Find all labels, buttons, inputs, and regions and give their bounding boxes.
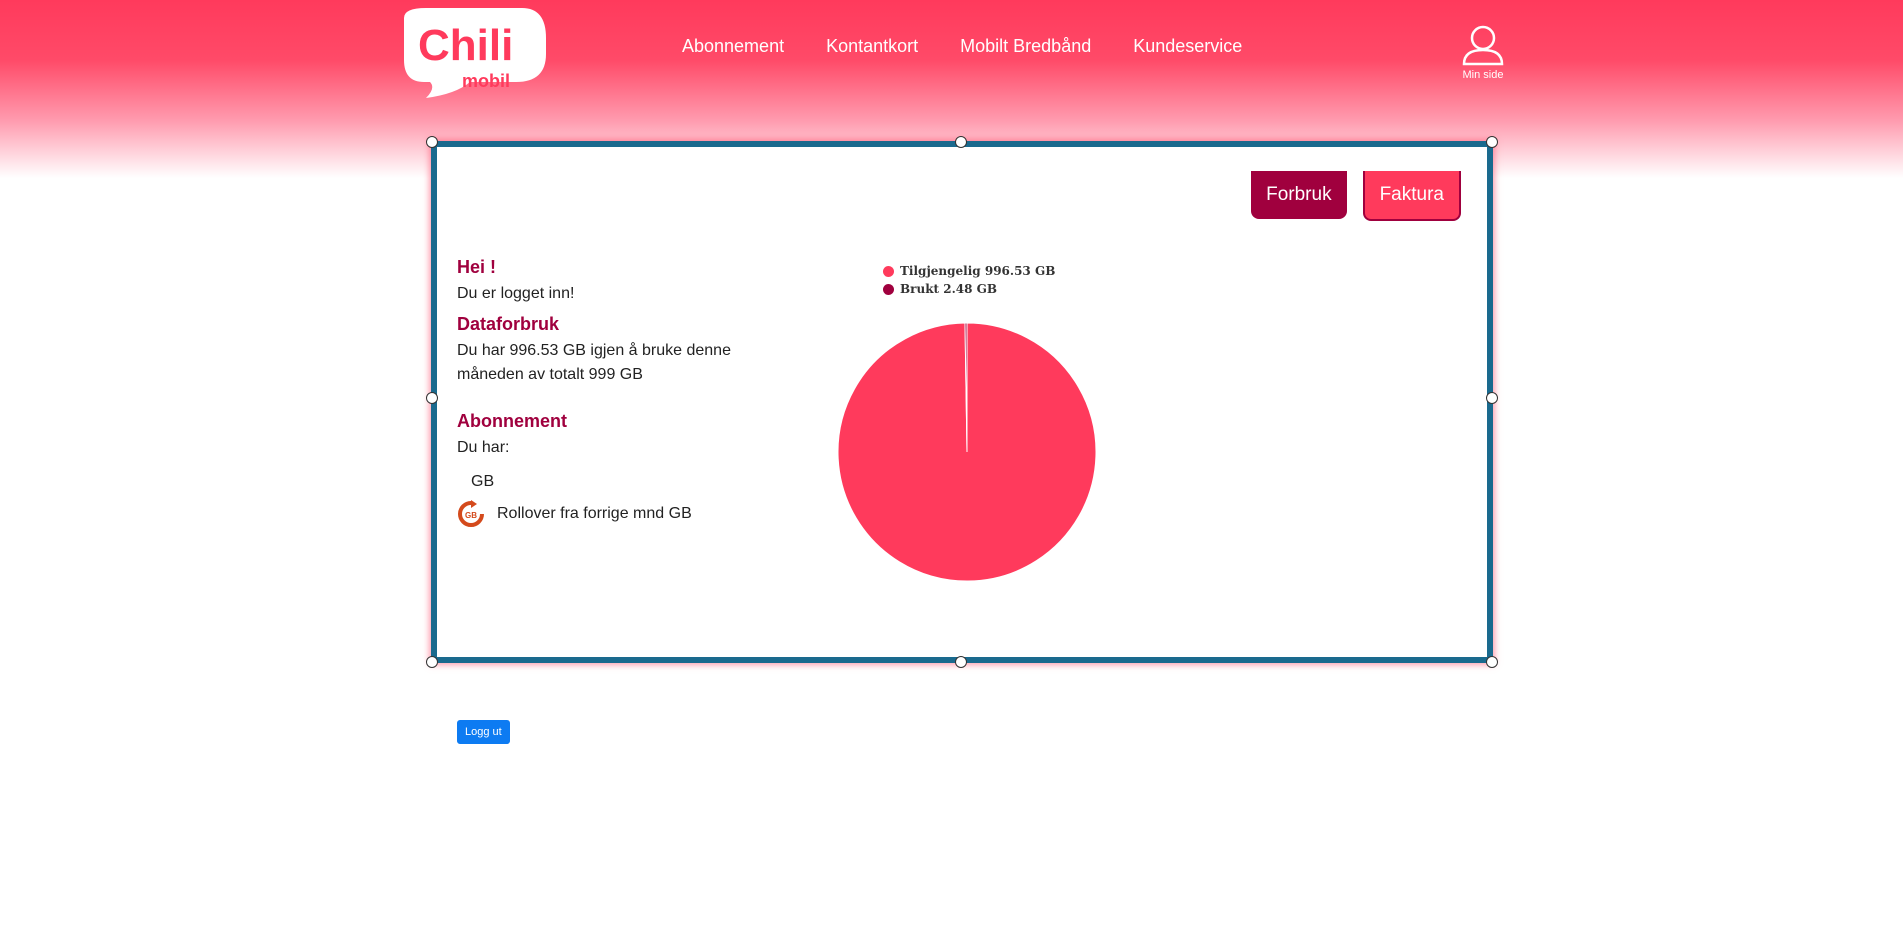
abonnement-gb: GB	[471, 473, 495, 490]
resize-handle[interactable]	[426, 392, 438, 404]
data-usage-chart: Tilgjengelig 996.53 GB Brukt 2.48 GB	[837, 262, 1137, 662]
user-icon	[1462, 25, 1504, 66]
account-summary: Hei ! Du er logget inn! Dataforbruk Du h…	[457, 257, 787, 528]
rollover-text: Rollover fra forrige mnd GB	[497, 505, 692, 522]
legend-dot-brukt	[883, 283, 894, 295]
resize-handle[interactable]	[1486, 656, 1498, 668]
nav-abonnement[interactable]: Abonnement	[682, 36, 784, 57]
resize-handle[interactable]	[1486, 392, 1498, 404]
logo-text: Chili	[418, 21, 513, 70]
chili-mobil-logo[interactable]: Chili mobil	[396, 8, 550, 98]
rollover-row: GB Rollover fra forrige mnd GB	[457, 500, 787, 528]
logo-sub: mobil	[462, 71, 510, 91]
svg-text:GB: GB	[465, 511, 477, 520]
pie-chart	[837, 322, 1097, 582]
account-panel: Forbruk Faktura Hei ! Du er logget inn! …	[426, 136, 1498, 668]
legend-dot-tilgjengelig	[883, 265, 894, 277]
resize-handle[interactable]	[426, 656, 438, 668]
legend-item-brukt[interactable]: Brukt 2.48 GB	[883, 280, 1055, 298]
main-nav: Abonnement Kontantkort Mobilt Bredbånd K…	[682, 36, 1242, 57]
legend-item-tilgjengelig[interactable]: Tilgjengelig 996.53 GB	[883, 262, 1055, 280]
nav-mobilt-bredband[interactable]: Mobilt Bredbånd	[960, 36, 1091, 57]
resize-handle[interactable]	[955, 656, 967, 668]
dataforbruk-text: Du har 996.53 GB igjen å bruke denne mån…	[457, 342, 731, 383]
legend-label-tilgjengelig: Tilgjengelig 996.53 GB	[900, 264, 1056, 278]
panel-tabs: Forbruk Faktura	[1251, 171, 1461, 221]
nav-kontantkort[interactable]: Kontantkort	[826, 36, 918, 57]
abonnement-intro: Du har:	[457, 439, 510, 456]
resize-handle[interactable]	[955, 136, 967, 148]
logout-button[interactable]: Logg ut	[457, 720, 510, 744]
min-side-label: Min side	[1462, 69, 1504, 81]
tab-faktura[interactable]: Faktura	[1362, 171, 1461, 221]
tab-forbruk[interactable]: Forbruk	[1251, 171, 1347, 219]
legend-label-brukt: Brukt 2.48 GB	[900, 282, 998, 296]
rollover-gb-icon: GB	[458, 500, 484, 527]
resize-handle[interactable]	[426, 136, 438, 148]
login-status: Du er logget inn!	[457, 285, 575, 302]
nav-kundeservice[interactable]: Kundeservice	[1133, 36, 1242, 57]
greeting-title: Hei !	[457, 257, 497, 277]
abonnement-title: Abonnement	[457, 411, 567, 431]
dataforbruk-title: Dataforbruk	[457, 314, 560, 334]
resize-handle[interactable]	[1486, 136, 1498, 148]
chart-legend: Tilgjengelig 996.53 GB Brukt 2.48 GB	[883, 262, 1055, 298]
min-side-link[interactable]: Min side	[1458, 24, 1508, 81]
